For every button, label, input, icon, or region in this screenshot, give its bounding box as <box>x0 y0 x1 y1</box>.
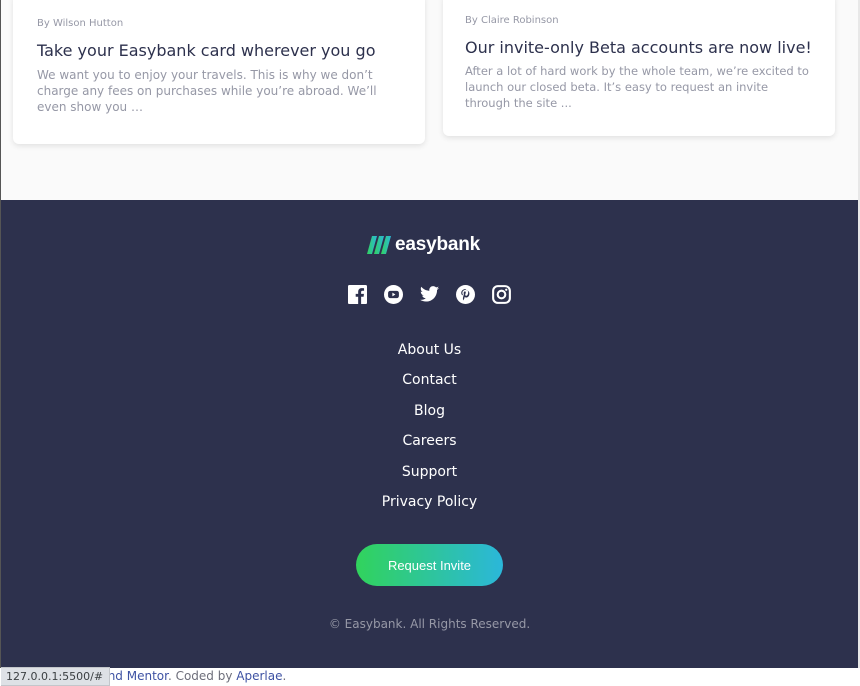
footer-nav: About Us Contact Blog Careers Support Pr… <box>1 340 858 522</box>
logo-wordmark: easybank <box>395 234 481 255</box>
footer-link-privacy-policy[interactable]: Privacy Policy <box>1 492 858 522</box>
copyright-text: © Easybank. All Rights Reserved. <box>328 617 531 631</box>
facebook-icon[interactable] <box>347 284 367 304</box>
article-excerpt: We want you to enjoy your travels. This … <box>37 68 377 114</box>
article-author: By Wilson Hutton <box>37 18 124 29</box>
article-card-beta[interactable]: By Claire Robinson Our invite-only Beta … <box>443 0 835 136</box>
article-card-travel[interactable]: By Wilson Hutton Take your Easybank card… <box>13 0 425 144</box>
author-link[interactable]: Aperlae <box>236 669 282 683</box>
logo-mark-icon <box>367 236 391 254</box>
youtube-icon[interactable] <box>383 284 403 304</box>
article-title[interactable]: Our invite-only Beta accounts are now li… <box>465 38 812 57</box>
site-footer: easybank About Us Contact Blog Careers S… <box>1 200 858 668</box>
article-author: By Claire Robinson <box>465 15 559 26</box>
article-title[interactable]: Take your Easybank card wherever you go <box>37 41 375 60</box>
footer-link-blog[interactable]: Blog <box>1 401 858 431</box>
instagram-icon[interactable] <box>491 284 511 304</box>
footer-link-about-us[interactable]: About Us <box>1 340 858 370</box>
attribution: ntend Mentor. Coded by Aperlae. <box>0 668 860 686</box>
pinterest-icon[interactable] <box>455 284 475 304</box>
request-invite-button[interactable]: Request Invite <box>356 544 503 586</box>
attribution-middle: . Coded by <box>167 669 237 683</box>
article-excerpt: After a lot of hard work by the whole te… <box>465 64 809 110</box>
footer-link-contact[interactable]: Contact <box>1 370 858 400</box>
footer-link-support[interactable]: Support <box>1 462 858 492</box>
twitter-icon[interactable] <box>419 284 439 304</box>
attribution-text: ntend Mentor. Coded by Aperlae. <box>88 668 286 684</box>
footer-link-careers[interactable]: Careers <box>1 431 858 461</box>
browser-status-bar: 127.0.0.1:5500/# <box>1 667 111 686</box>
social-links <box>347 284 511 304</box>
footer-logo[interactable]: easybank <box>367 234 481 255</box>
attribution-end: . <box>282 669 287 683</box>
